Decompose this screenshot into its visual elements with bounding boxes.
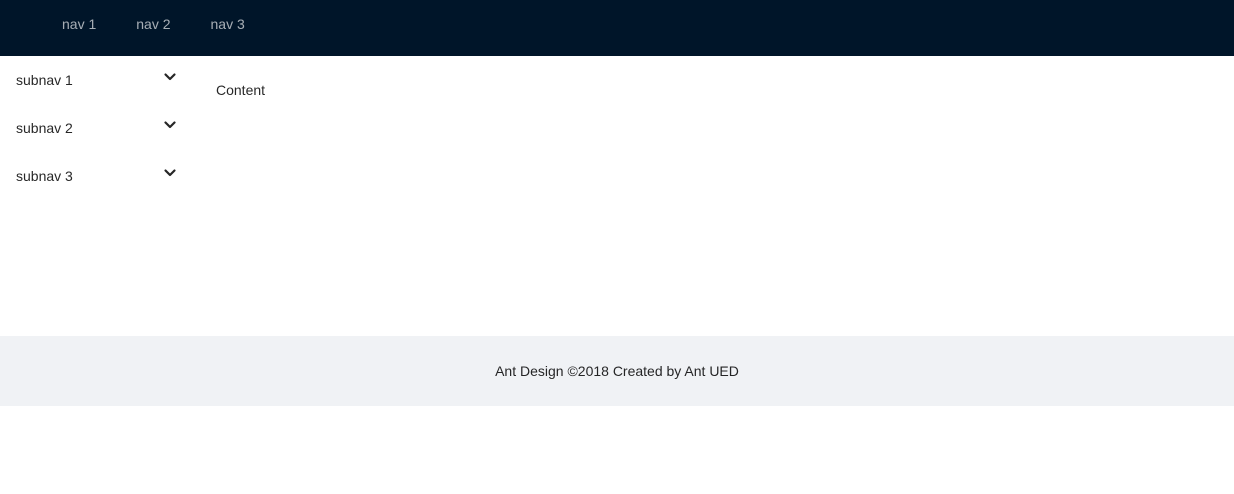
submenu-subnav-1[interactable]: subnav 1 xyxy=(0,60,200,100)
top-nav-item-nav-3[interactable]: nav 3 xyxy=(191,0,265,56)
chevron-down-icon xyxy=(164,169,176,177)
app-header: nav 1 nav 2 nav 3 xyxy=(0,0,1234,56)
top-nav-item-nav-1[interactable]: nav 1 xyxy=(42,0,116,56)
top-nav-item-nav-2[interactable]: nav 2 xyxy=(116,0,190,56)
submenu-label: subnav 3 xyxy=(16,168,73,184)
submenu-subnav-3[interactable]: subnav 3 xyxy=(0,156,200,196)
side-menu: subnav 1 subnav 2 subnav 3 xyxy=(0,56,200,336)
submenu-label: subnav 2 xyxy=(16,120,73,136)
content-area: Content xyxy=(216,82,266,98)
submenu-subnav-2[interactable]: subnav 2 xyxy=(0,108,200,148)
footer-text: Ant Design ©2018 Created by Ant UED xyxy=(495,363,739,379)
submenu-label: subnav 1 xyxy=(16,72,73,88)
app-footer: Ant Design ©2018 Created by Ant UED xyxy=(0,336,1234,406)
chevron-down-icon xyxy=(164,73,176,81)
main-layout: subnav 1 subnav 2 subnav 3 Content xyxy=(0,56,1234,336)
top-nav-menu: nav 1 nav 2 nav 3 xyxy=(42,0,265,56)
chevron-down-icon xyxy=(164,121,176,129)
